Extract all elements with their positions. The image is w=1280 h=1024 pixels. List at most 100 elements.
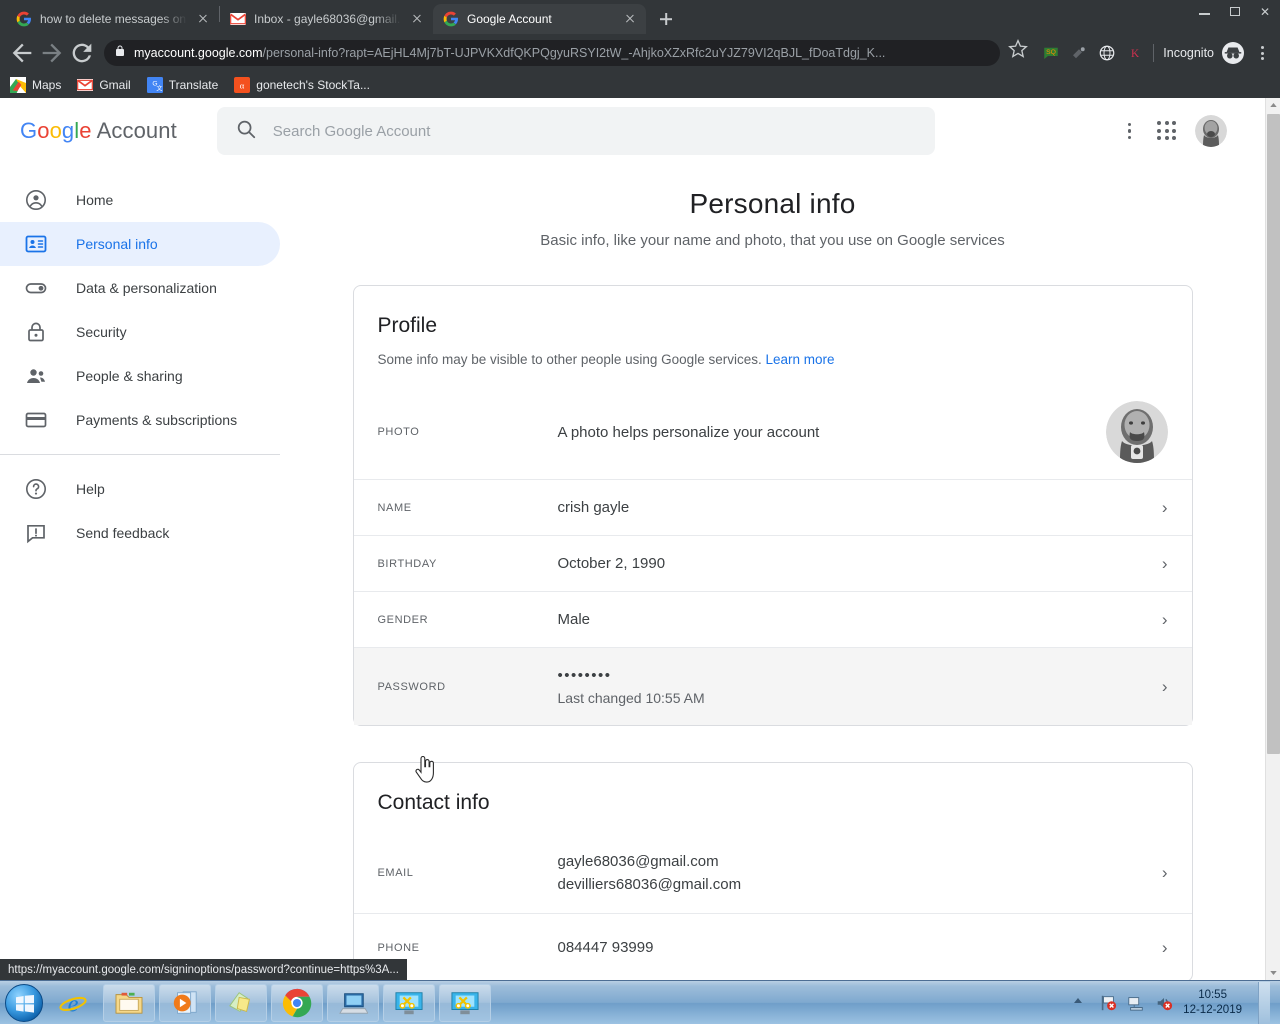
profile-card-title: Profile	[377, 314, 438, 337]
bookmark-stockta[interactable]: α gonetech's StockTa...	[234, 77, 370, 93]
bookmark-label: gonetech's StockTa...	[256, 78, 370, 92]
bookmark-gmail[interactable]: Gmail	[77, 77, 131, 93]
show-desktop-button[interactable]	[1258, 981, 1270, 1024]
password-last-changed: Last changed 10:55 AM	[557, 690, 705, 706]
k-extension-icon[interactable]: K	[1126, 44, 1144, 62]
toolbar-divider	[1153, 44, 1155, 62]
row-photo[interactable]: PHOTO A photo helps personalize your acc…	[354, 385, 1192, 479]
page-content: Google Account Search Google Account Hom…	[0, 98, 1280, 980]
google-apps-button[interactable]	[1157, 121, 1177, 141]
network-icon[interactable]	[1127, 994, 1145, 1012]
row-label: BIRTHDAY	[377, 557, 437, 570]
reload-button[interactable]	[68, 39, 96, 67]
dark-extension-icon[interactable]	[1070, 44, 1088, 62]
scroll-down-arrow[interactable]	[1266, 965, 1280, 980]
row-label: PHONE	[377, 941, 420, 954]
sidebar-item-people-sharing[interactable]: People & sharing	[0, 354, 280, 398]
sidebar-item-data-personalization[interactable]: Data & personalization	[0, 266, 280, 310]
taskbar-media-player[interactable]	[159, 983, 211, 1022]
tab-2-active[interactable]: Google Account	[433, 4, 646, 34]
maps-icon	[10, 77, 26, 93]
toggle-icon	[24, 276, 48, 300]
taskbar-sticky-notes[interactable]	[215, 983, 267, 1022]
bookmark-star-icon[interactable]	[1008, 39, 1036, 67]
google-account-header: Google Account	[0, 98, 1265, 164]
flag-alert-icon[interactable]	[1099, 994, 1117, 1012]
sidebar-item-personal-info[interactable]: Personal info	[0, 222, 280, 266]
volume-muted-icon[interactable]	[1155, 994, 1173, 1012]
start-button[interactable]	[5, 983, 43, 1022]
tab-title: how to delete messages on mes	[40, 12, 187, 26]
scrollbar-thumb[interactable]	[1267, 114, 1280, 754]
learn-more-link[interactable]: Learn more	[765, 352, 834, 367]
profile-photo[interactable]	[1105, 401, 1168, 463]
back-button[interactable]	[8, 39, 36, 67]
row-value: Male	[557, 611, 591, 628]
row-label: PASSWORD	[377, 680, 446, 693]
close-window-button[interactable]: ✕	[1250, 0, 1280, 24]
contact-card-header: Contact info	[354, 763, 1192, 815]
taskbar-snipping-tool[interactable]	[383, 983, 435, 1022]
search-box[interactable]	[216, 107, 935, 155]
new-tab-button[interactable]	[652, 5, 680, 33]
scroll-up-arrow[interactable]	[1266, 98, 1280, 113]
bookmark-translate[interactable]: G文 Translate	[146, 77, 218, 93]
close-icon[interactable]	[409, 11, 425, 27]
incognito-icon[interactable]	[1222, 42, 1244, 64]
taskbar-file-explorer[interactable]	[103, 983, 155, 1022]
chrome-menu-button[interactable]	[1252, 43, 1272, 63]
taskbar-chrome[interactable]	[271, 983, 323, 1022]
taskbar-computer[interactable]	[327, 983, 379, 1022]
chevron-right-icon: ›	[1161, 609, 1168, 629]
tab-1[interactable]: Inbox - gayle68036@gmail.com	[220, 4, 433, 34]
row-label: NAME	[377, 501, 412, 514]
url-host: myaccount.google.com	[134, 46, 263, 60]
close-icon[interactable]	[195, 11, 211, 27]
row-email[interactable]: EMAIL gayle68036@gmail.com devilliers680…	[354, 833, 1192, 913]
row-phone[interactable]: PHONE 084447 93999 ›	[353, 913, 1192, 980]
sidebar-item-label: Personal info	[76, 236, 158, 252]
globe-extension-icon[interactable]	[1098, 44, 1116, 62]
bookmark-maps[interactable]: Maps	[10, 77, 61, 93]
tab-0[interactable]: how to delete messages on mes	[6, 4, 219, 34]
address-bar[interactable]: myaccount.google.com/personal-info?rapt=…	[104, 40, 1001, 66]
contact-card: Contact info EMAIL gayle68036@gmail.com …	[352, 762, 1193, 980]
svg-text:SQ: SQ	[1046, 49, 1056, 56]
maximize-button[interactable]	[1220, 0, 1250, 24]
sidebar-item-security[interactable]: Security	[0, 310, 280, 354]
row-password[interactable]: PASSWORD •••••••• Last changed 10:55 AM …	[353, 647, 1192, 725]
search-icon	[235, 118, 257, 145]
row-value: crish gayle	[557, 499, 630, 516]
avatar[interactable]	[1195, 115, 1227, 147]
main-content: Personal info Basic info, like your name…	[280, 164, 1265, 980]
gmail-icon	[230, 11, 246, 27]
page-scrollbar[interactable]	[1265, 98, 1280, 980]
status-bar-url: https://myaccount.google.com/signinoptio…	[0, 959, 407, 980]
chevron-right-icon: ›	[1161, 863, 1168, 882]
tray-expand-arrow-icon[interactable]	[1071, 994, 1089, 1012]
incognito-label: Incognito	[1163, 46, 1214, 60]
taskbar-snipping-tool-2[interactable]	[439, 983, 491, 1022]
close-icon[interactable]	[622, 11, 638, 27]
sidebar-item-payments-subscriptions[interactable]: Payments & subscriptions	[0, 398, 280, 442]
search-input[interactable]	[272, 122, 917, 140]
close-icon: ✕	[1259, 5, 1271, 19]
lock-icon	[114, 44, 126, 63]
forward-button[interactable]	[38, 39, 66, 67]
row-value-group: •••••••• Last changed 10:55 AM	[558, 667, 1144, 706]
more-options-button[interactable]	[1119, 120, 1139, 142]
chevron-right-icon: ›	[1161, 553, 1168, 573]
url-path: /personal-info?rapt=AEjHL4Mj7bT-UJPVKXdf…	[262, 46, 886, 60]
row-name[interactable]: NAME crish gayle ›	[353, 479, 1192, 535]
google-account-logo[interactable]: Google Account	[20, 118, 177, 144]
minimize-button[interactable]	[1190, 0, 1220, 24]
sidebar-item-home[interactable]: Home	[0, 178, 280, 222]
sidebar-item-send-feedback[interactable]: Send feedback	[0, 511, 280, 555]
row-gender[interactable]: GENDER Male ›	[353, 591, 1192, 647]
taskbar-clock[interactable]: 10:55 12-12-2019	[1183, 988, 1242, 1018]
taskbar-internet-explorer[interactable]: e	[47, 984, 99, 1022]
row-birthday[interactable]: BIRTHDAY October 2, 1990 ›	[353, 535, 1192, 591]
sq-extension-icon[interactable]: SQ	[1042, 44, 1060, 62]
id-card-icon	[24, 232, 48, 256]
sidebar-item-help[interactable]: Help	[0, 467, 280, 511]
